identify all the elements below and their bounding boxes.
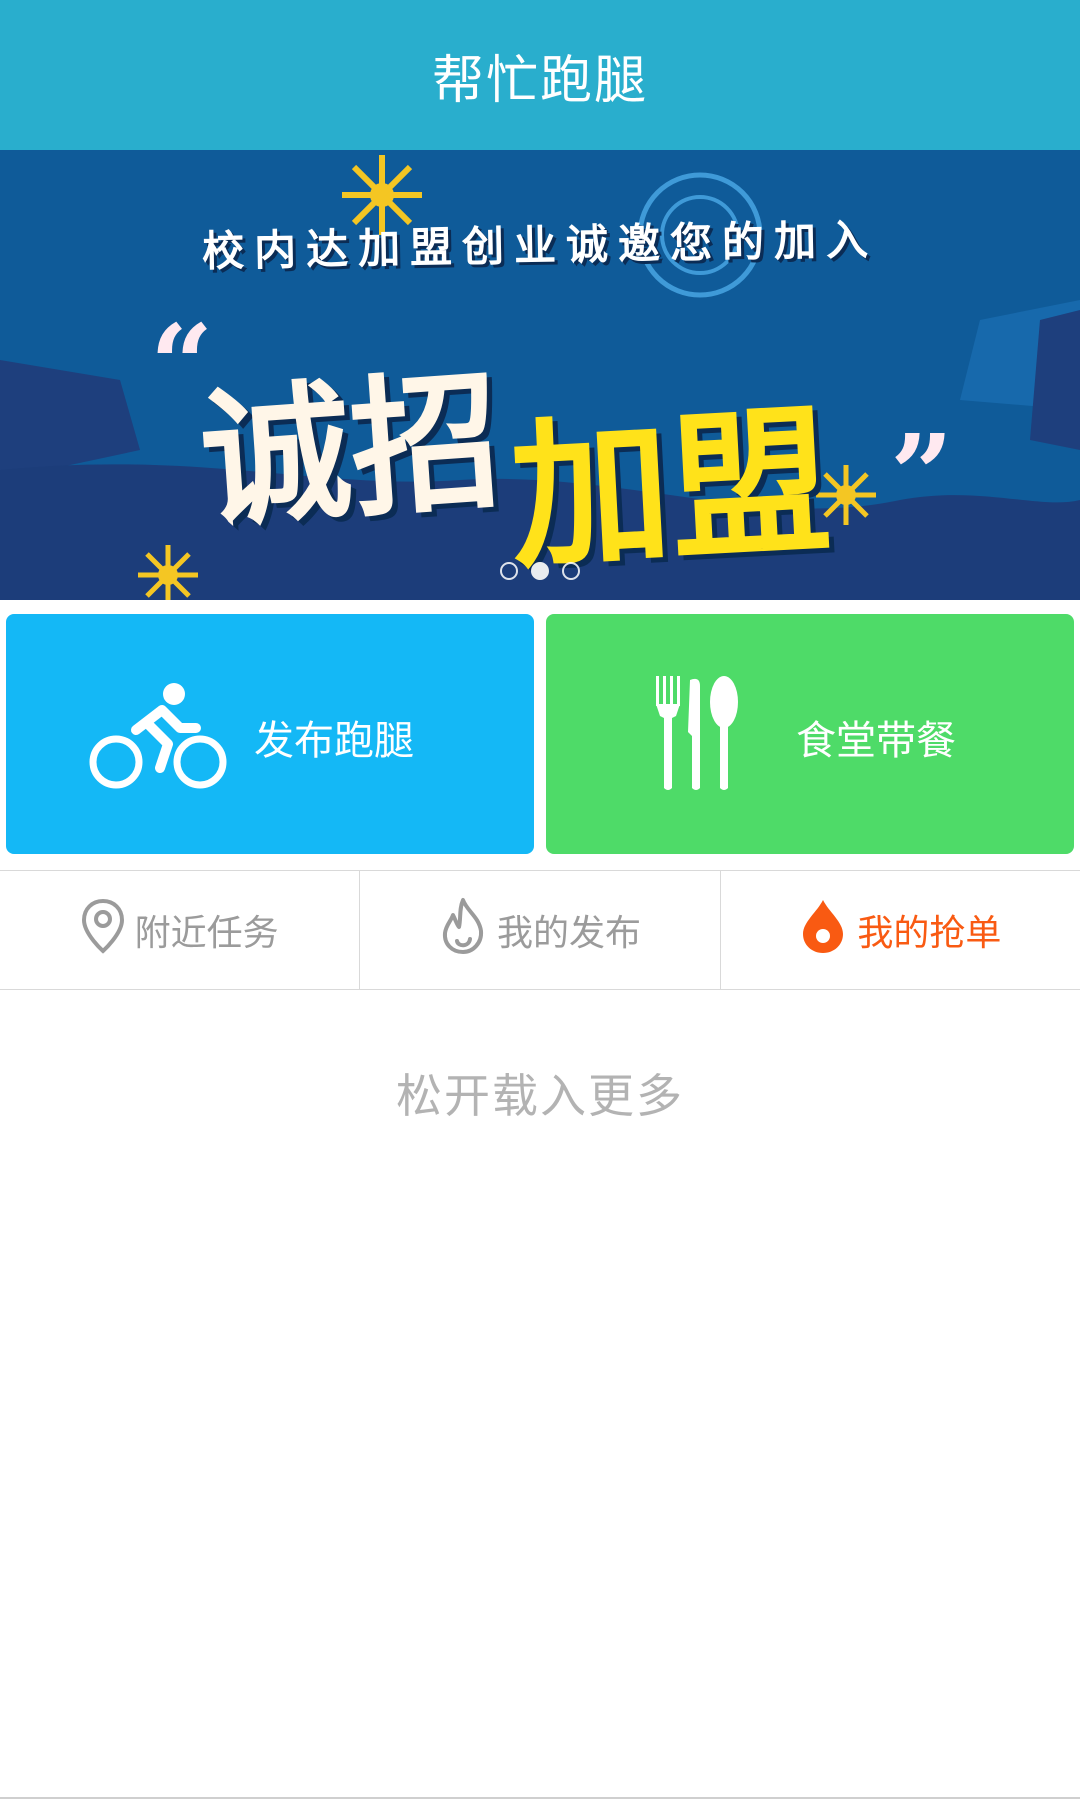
tab-label: 我的抢单 <box>857 913 1002 954</box>
tab-my-orders[interactable]: 我的抢单 <box>719 871 1080 989</box>
banner-slogan-part1: 诚招 <box>195 352 507 550</box>
banner-close-quote: ” <box>890 410 954 539</box>
tab-label: 我的发布 <box>496 913 641 954</box>
carousel-dot[interactable] <box>562 562 580 580</box>
tab-label: 附近任务 <box>134 913 279 954</box>
app-root: 帮忙跑腿 校内达加盟创业诚邀您的加入 “ 诚招 加盟 ” 发布跑腿 食堂带餐 附… <box>0 0 1080 1802</box>
publish-errand-button[interactable]: 发布跑腿 <box>6 614 534 854</box>
title-bar: 帮忙跑腿 <box>0 0 1080 150</box>
carousel-dot-active[interactable] <box>531 562 549 580</box>
tab-my-posts[interactable]: 我的发布 <box>359 871 719 989</box>
bicycle-icon <box>88 682 228 796</box>
location-pin-icon <box>81 898 125 963</box>
task-tabs: 附近任务 我的发布 我的抢单 <box>0 870 1080 990</box>
banner-slogan: “ 诚招 加盟 ” <box>150 300 970 591</box>
carousel-indicator <box>0 562 1080 580</box>
banner-carousel[interactable]: 校内达加盟创业诚邀您的加入 “ 诚招 加盟 ” <box>0 150 1080 600</box>
canteen-delivery-button[interactable]: 食堂带餐 <box>546 614 1074 854</box>
action-cards: 发布跑腿 食堂带餐 <box>0 614 1080 854</box>
utensils-icon <box>652 676 742 796</box>
tab-nearby-tasks[interactable]: 附近任务 <box>0 871 359 989</box>
canteen-delivery-label: 食堂带餐 <box>796 718 956 764</box>
carousel-dot[interactable] <box>500 562 518 580</box>
drop-icon <box>799 898 847 963</box>
divider <box>0 1797 1080 1799</box>
publish-errand-label: 发布跑腿 <box>254 718 414 764</box>
pull-to-load-hint: 松开载入更多 <box>396 1069 684 1123</box>
flame-outline-icon <box>439 897 487 964</box>
page-title: 帮忙跑腿 <box>431 50 648 111</box>
